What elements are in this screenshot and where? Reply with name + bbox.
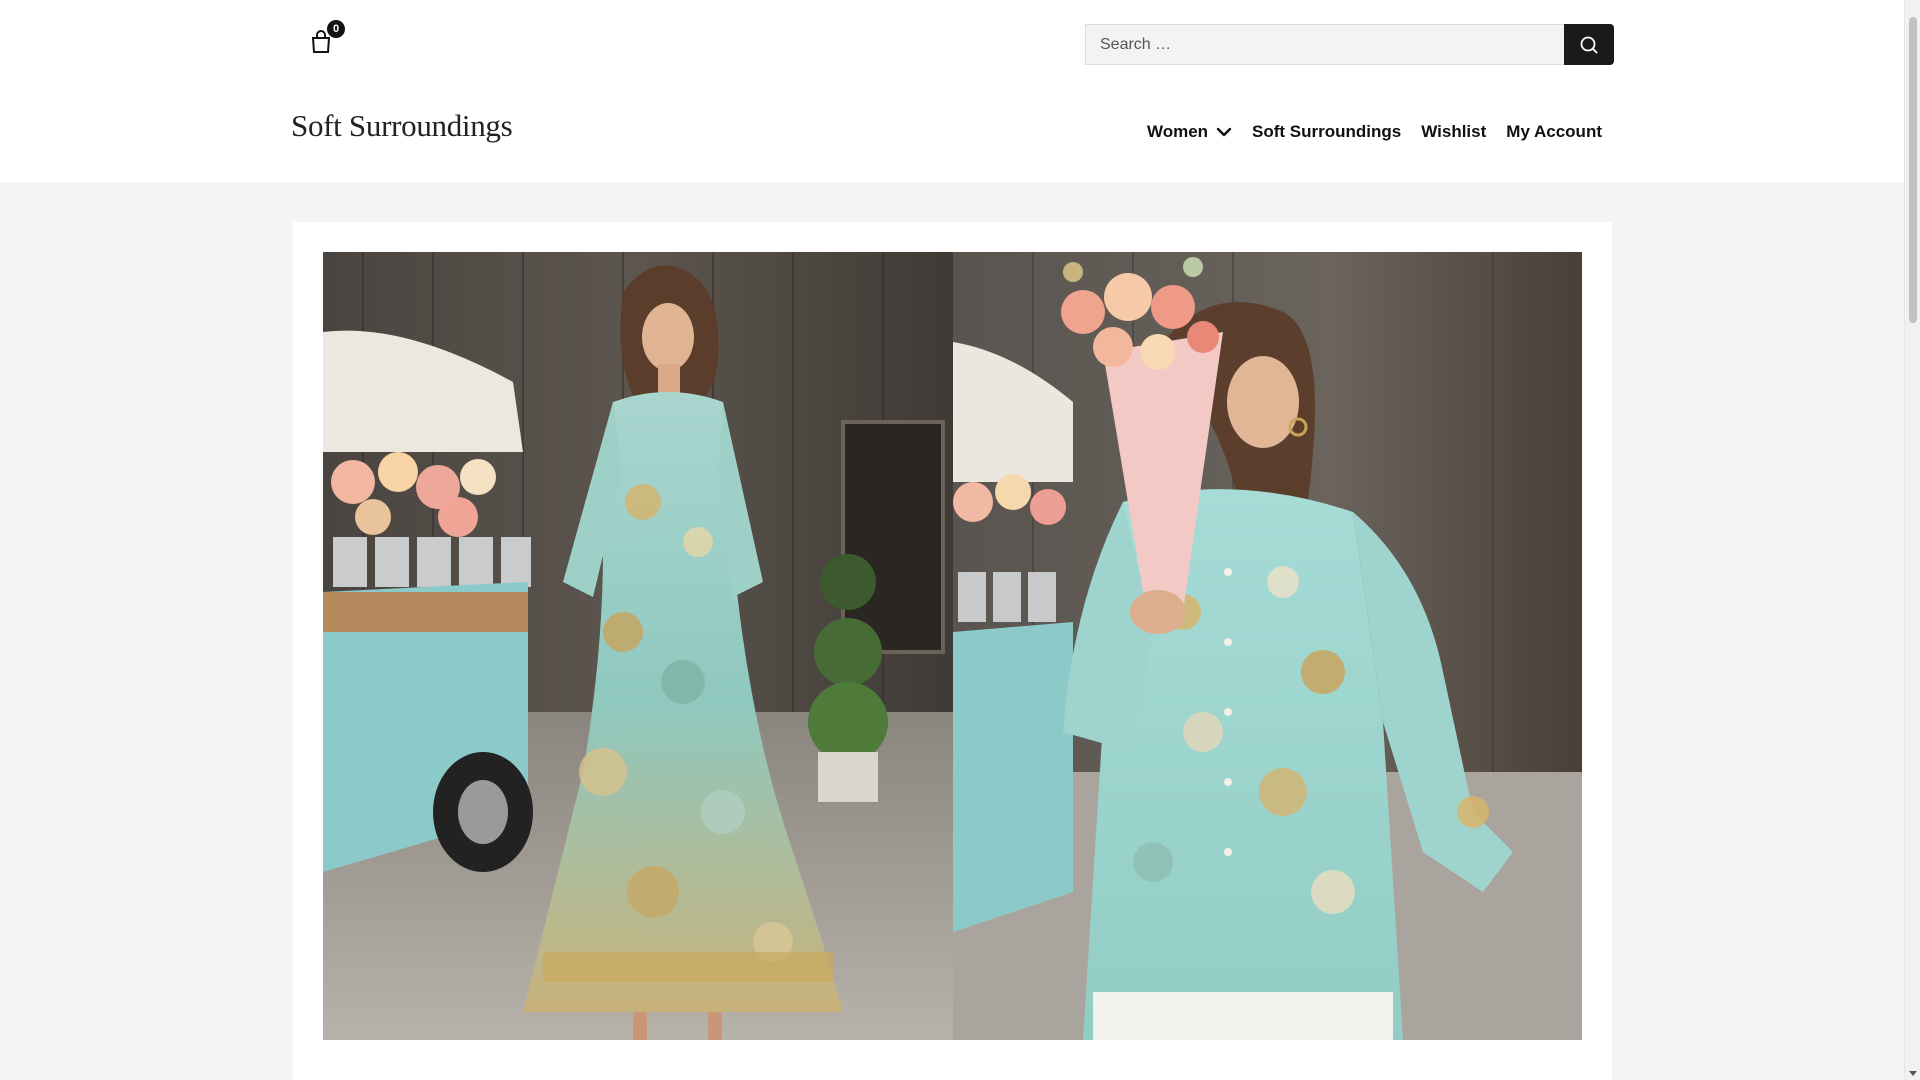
content-card (293, 222, 1612, 1080)
hero-banner[interactable] (323, 252, 1582, 1040)
search-button[interactable] (1564, 24, 1614, 65)
hero-photo-blouse (953, 252, 1582, 1040)
hero-photo-dress (323, 252, 953, 1040)
cart-button[interactable]: 0 (308, 20, 345, 58)
nav-item-my-account[interactable]: My Account (1506, 122, 1602, 142)
page-scrollbar[interactable] (1904, 0, 1920, 1080)
scrollbar-thumb[interactable] (1909, 17, 1917, 323)
main-nav: Women Soft Surroundings Wishlist My Acco… (1147, 122, 1602, 142)
cart-count-badge: 0 (327, 20, 345, 38)
hero-image-blouse[interactable] (953, 252, 1582, 1040)
nav-item-women[interactable]: Women (1147, 122, 1232, 142)
nav-item-soft-surroundings[interactable]: Soft Surroundings (1252, 122, 1401, 142)
search-input[interactable] (1085, 24, 1564, 65)
nav-item-women-label: Women (1146, 122, 1209, 141)
nav-item-wishlist[interactable]: Wishlist (1421, 122, 1486, 142)
chevron-down-icon (1216, 127, 1232, 137)
site-logo[interactable]: Soft Surroundings (291, 108, 513, 144)
scroll-down-arrow-icon[interactable] (1909, 1071, 1917, 1076)
site-header: 0 Soft Surroundings Women Soft Surroundi… (0, 0, 1904, 182)
hero-image-dress[interactable] (323, 252, 953, 1040)
search-form (1085, 24, 1614, 65)
search-icon (1580, 36, 1598, 54)
